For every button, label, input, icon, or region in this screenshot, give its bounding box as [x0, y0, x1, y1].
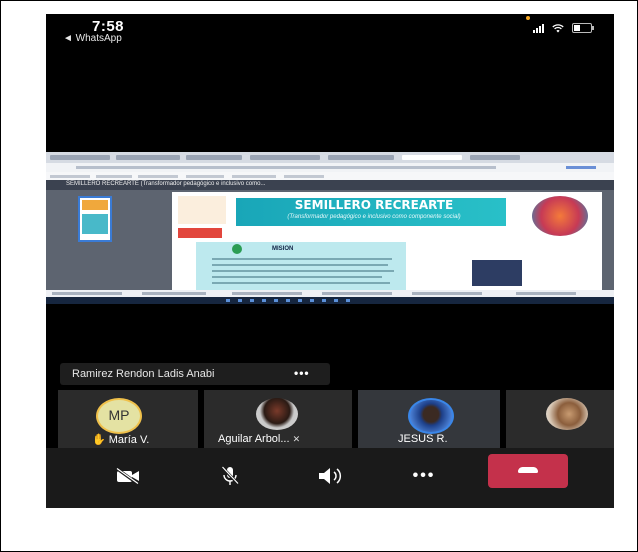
- participant-strip: MP ✋ María V. Aguilar Arbol... ✕ JESUS R…: [58, 390, 614, 448]
- avatar: [256, 398, 298, 430]
- logo-ribbon: [178, 228, 222, 238]
- document-subtitle: (Transformador pedagógico e inclusivo co…: [287, 214, 461, 220]
- participant-name: ✋ María V.: [92, 434, 150, 446]
- battery-icon: [572, 23, 594, 33]
- shared-screen[interactable]: SEMILLERO RECREARTE (Transformador pedag…: [46, 152, 614, 304]
- pdf-viewer: SEMILLERO RECREARTE (Transformador pedag…: [46, 190, 614, 290]
- avatar: [546, 398, 588, 430]
- taskbar-downloads: [46, 290, 614, 297]
- mic-toggle-button[interactable]: [208, 460, 252, 492]
- institution-logo: [178, 196, 226, 224]
- camera-off-icon: [116, 468, 139, 484]
- browser-address-bar: [46, 163, 614, 172]
- pdf-page: SEMILLERO RECREARTE (Transformador pedag…: [172, 192, 602, 290]
- participant-tile[interactable]: Aguilar Arbol... ✕: [204, 390, 352, 448]
- more-options-button[interactable]: •••: [402, 460, 446, 492]
- pdf-page-thumbnail: [78, 196, 112, 242]
- document-title: SEMILLERO RECREARTE: [294, 198, 454, 212]
- presenter-more-button[interactable]: •••: [294, 366, 310, 380]
- speaker-icon: [319, 468, 342, 484]
- pdf-toolbar: SEMILLERO RECREARTE (Transformador pedag…: [46, 180, 614, 190]
- status-icons: [533, 23, 594, 33]
- avatar: MP: [96, 398, 142, 434]
- speaker-button[interactable]: [308, 460, 352, 492]
- participant-tile[interactable]: MP ✋ María V.: [58, 390, 198, 448]
- hang-up-icon: [518, 467, 538, 473]
- back-to-whatsapp-link[interactable]: ◄ WhatsApp: [63, 33, 122, 44]
- camera-toggle-button[interactable]: [106, 460, 150, 492]
- mic-muted-icon: ✕: [292, 434, 301, 444]
- participant-tile[interactable]: [506, 390, 614, 448]
- participant-tile-active[interactable]: JESUS R.: [358, 390, 500, 448]
- mic-off-icon: [221, 466, 239, 486]
- presenter-name: Ramirez Rendon Ladis Anabi: [72, 368, 215, 380]
- mision-heading: MISION: [272, 246, 294, 252]
- presenter-name-bar[interactable]: Ramirez Rendon Ladis Anabi •••: [60, 363, 330, 385]
- infographic-image: [472, 260, 522, 286]
- wifi-icon: [552, 23, 564, 32]
- hang-up-button[interactable]: [488, 454, 568, 488]
- browser-tab-strip: [46, 152, 614, 163]
- pdf-toolbar-title: SEMILLERO RECREARTE (Transformador pedag…: [66, 181, 266, 187]
- recrearte-badge-logo: [532, 196, 588, 236]
- participant-name: JESUS R.: [398, 433, 448, 445]
- raised-hand-icon: ✋: [92, 434, 106, 446]
- mision-icon: [232, 244, 242, 254]
- phone-screen: 7:58 ◄ WhatsApp SEMILLERO RECREARTE (Tra…: [46, 14, 614, 508]
- signal-icon: [533, 23, 544, 33]
- participant-name: Aguilar Arbol... ✕: [218, 433, 301, 445]
- windows-taskbar: [46, 297, 614, 304]
- more-options-icon: •••: [412, 467, 436, 484]
- avatar: [408, 398, 454, 434]
- mic-in-use-indicator-icon: [526, 16, 530, 20]
- call-controls: •••: [46, 448, 614, 508]
- browser-bookmarks-bar: [46, 172, 614, 180]
